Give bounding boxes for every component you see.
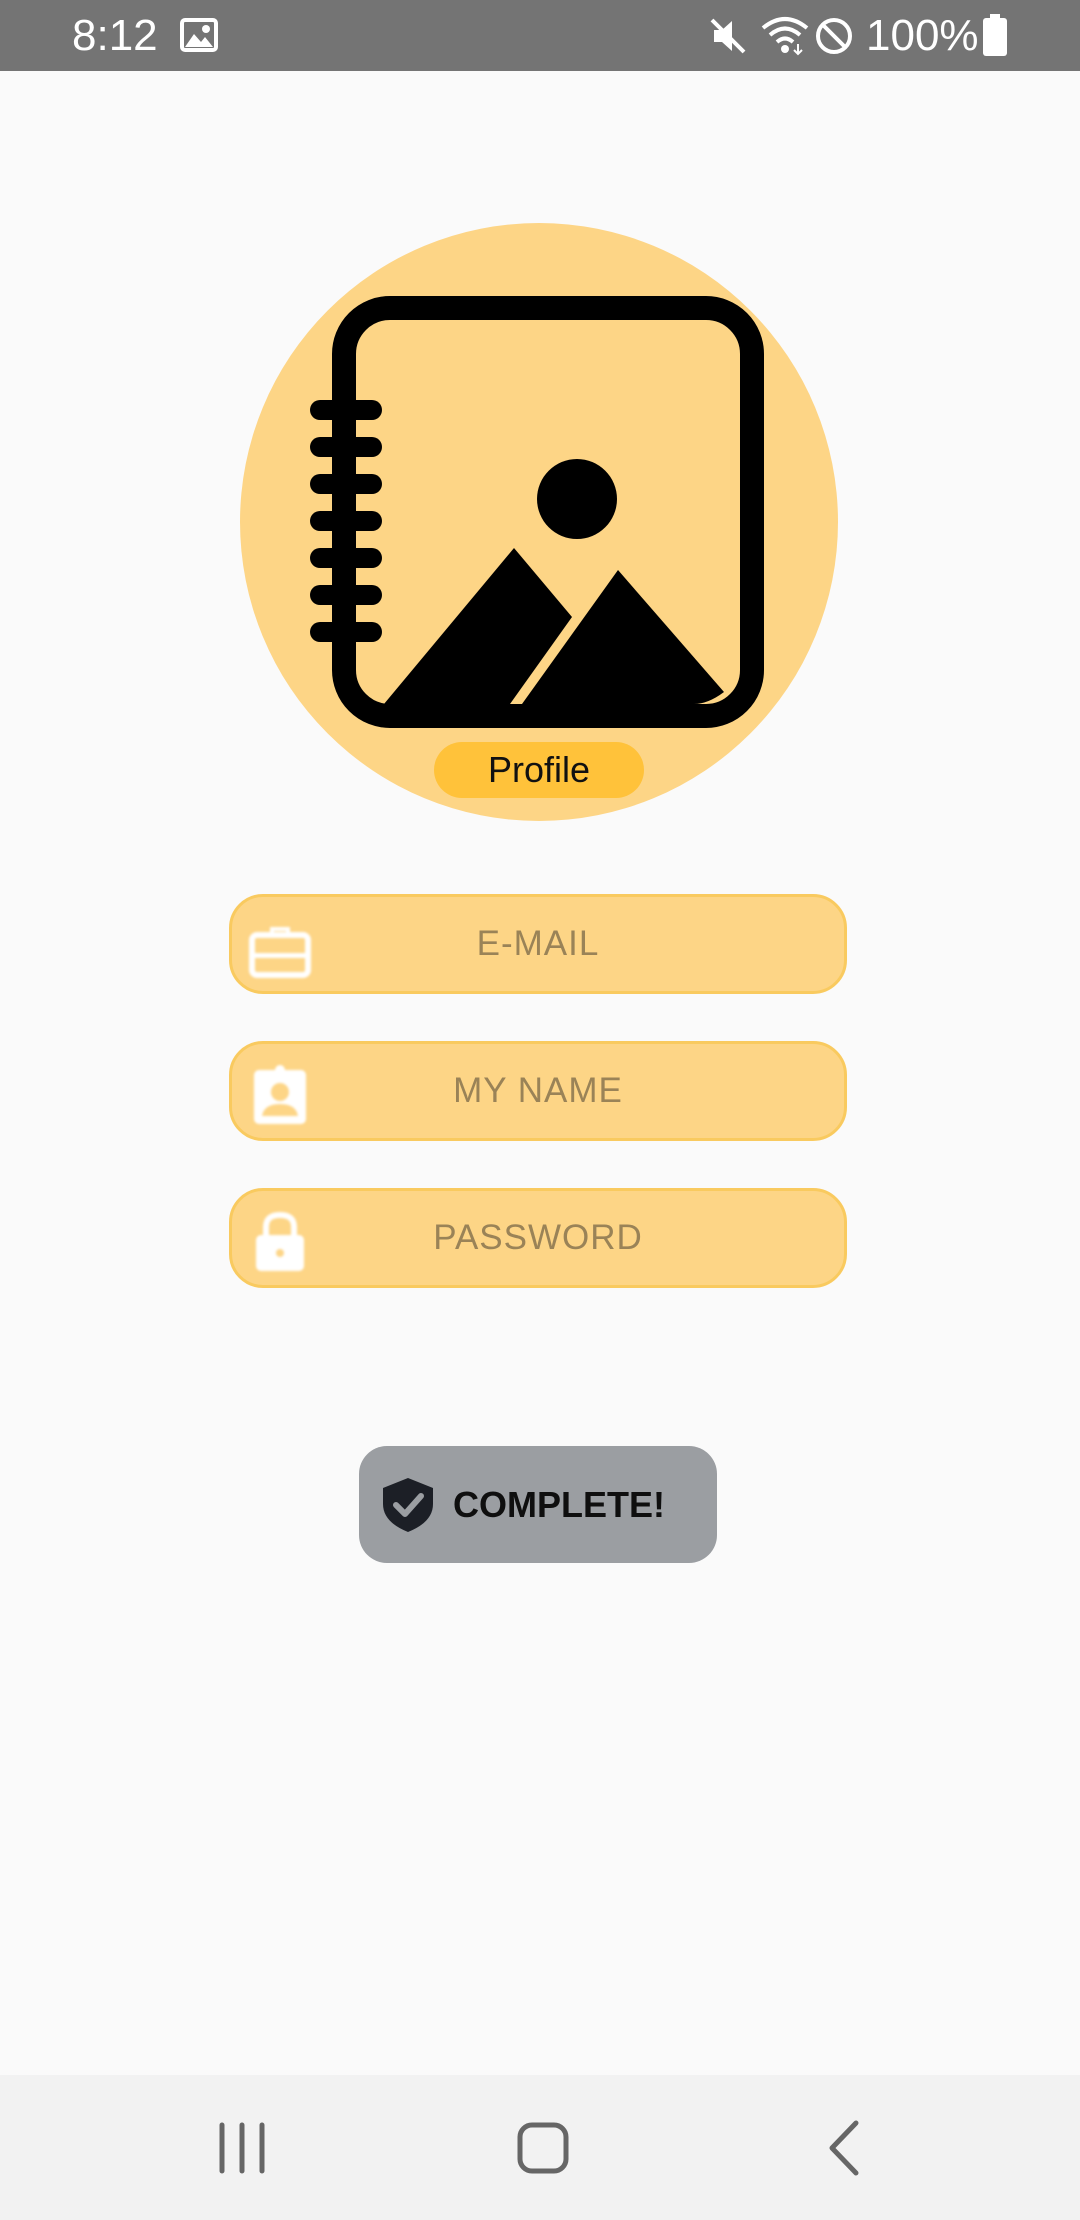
wifi-icon — [761, 17, 809, 56]
email-field[interactable] — [229, 894, 847, 994]
profile-label: Profile — [434, 742, 644, 798]
complete-label: COMPLETE! — [453, 1484, 665, 1525]
mute-icon — [710, 18, 746, 54]
name-input[interactable] — [232, 1044, 844, 1138]
briefcase-icon — [249, 927, 311, 978]
name-field[interactable] — [229, 1041, 847, 1141]
status-time: 8:12 — [72, 11, 158, 60]
status-bar: 8:12 100% — [0, 0, 1080, 71]
navigation-bar — [0, 2075, 1080, 2220]
lock-icon — [256, 1211, 304, 1271]
password-field[interactable] — [229, 1188, 847, 1288]
photo-album-icon — [310, 296, 764, 728]
id-badge-icon — [254, 1065, 306, 1124]
complete-button[interactable]: COMPLETE! — [359, 1446, 717, 1563]
back-icon[interactable] — [806, 2111, 886, 2185]
battery-percentage: 100% — [866, 11, 979, 60]
shield-check-icon — [383, 1478, 433, 1532]
email-input[interactable] — [232, 897, 844, 991]
image-notification-icon — [180, 18, 218, 52]
home-icon[interactable] — [503, 2111, 583, 2185]
battery-icon — [983, 14, 1007, 56]
recent-apps-icon[interactable] — [202, 2111, 282, 2185]
password-input[interactable] — [232, 1191, 844, 1285]
do-not-disturb-icon — [816, 18, 852, 54]
